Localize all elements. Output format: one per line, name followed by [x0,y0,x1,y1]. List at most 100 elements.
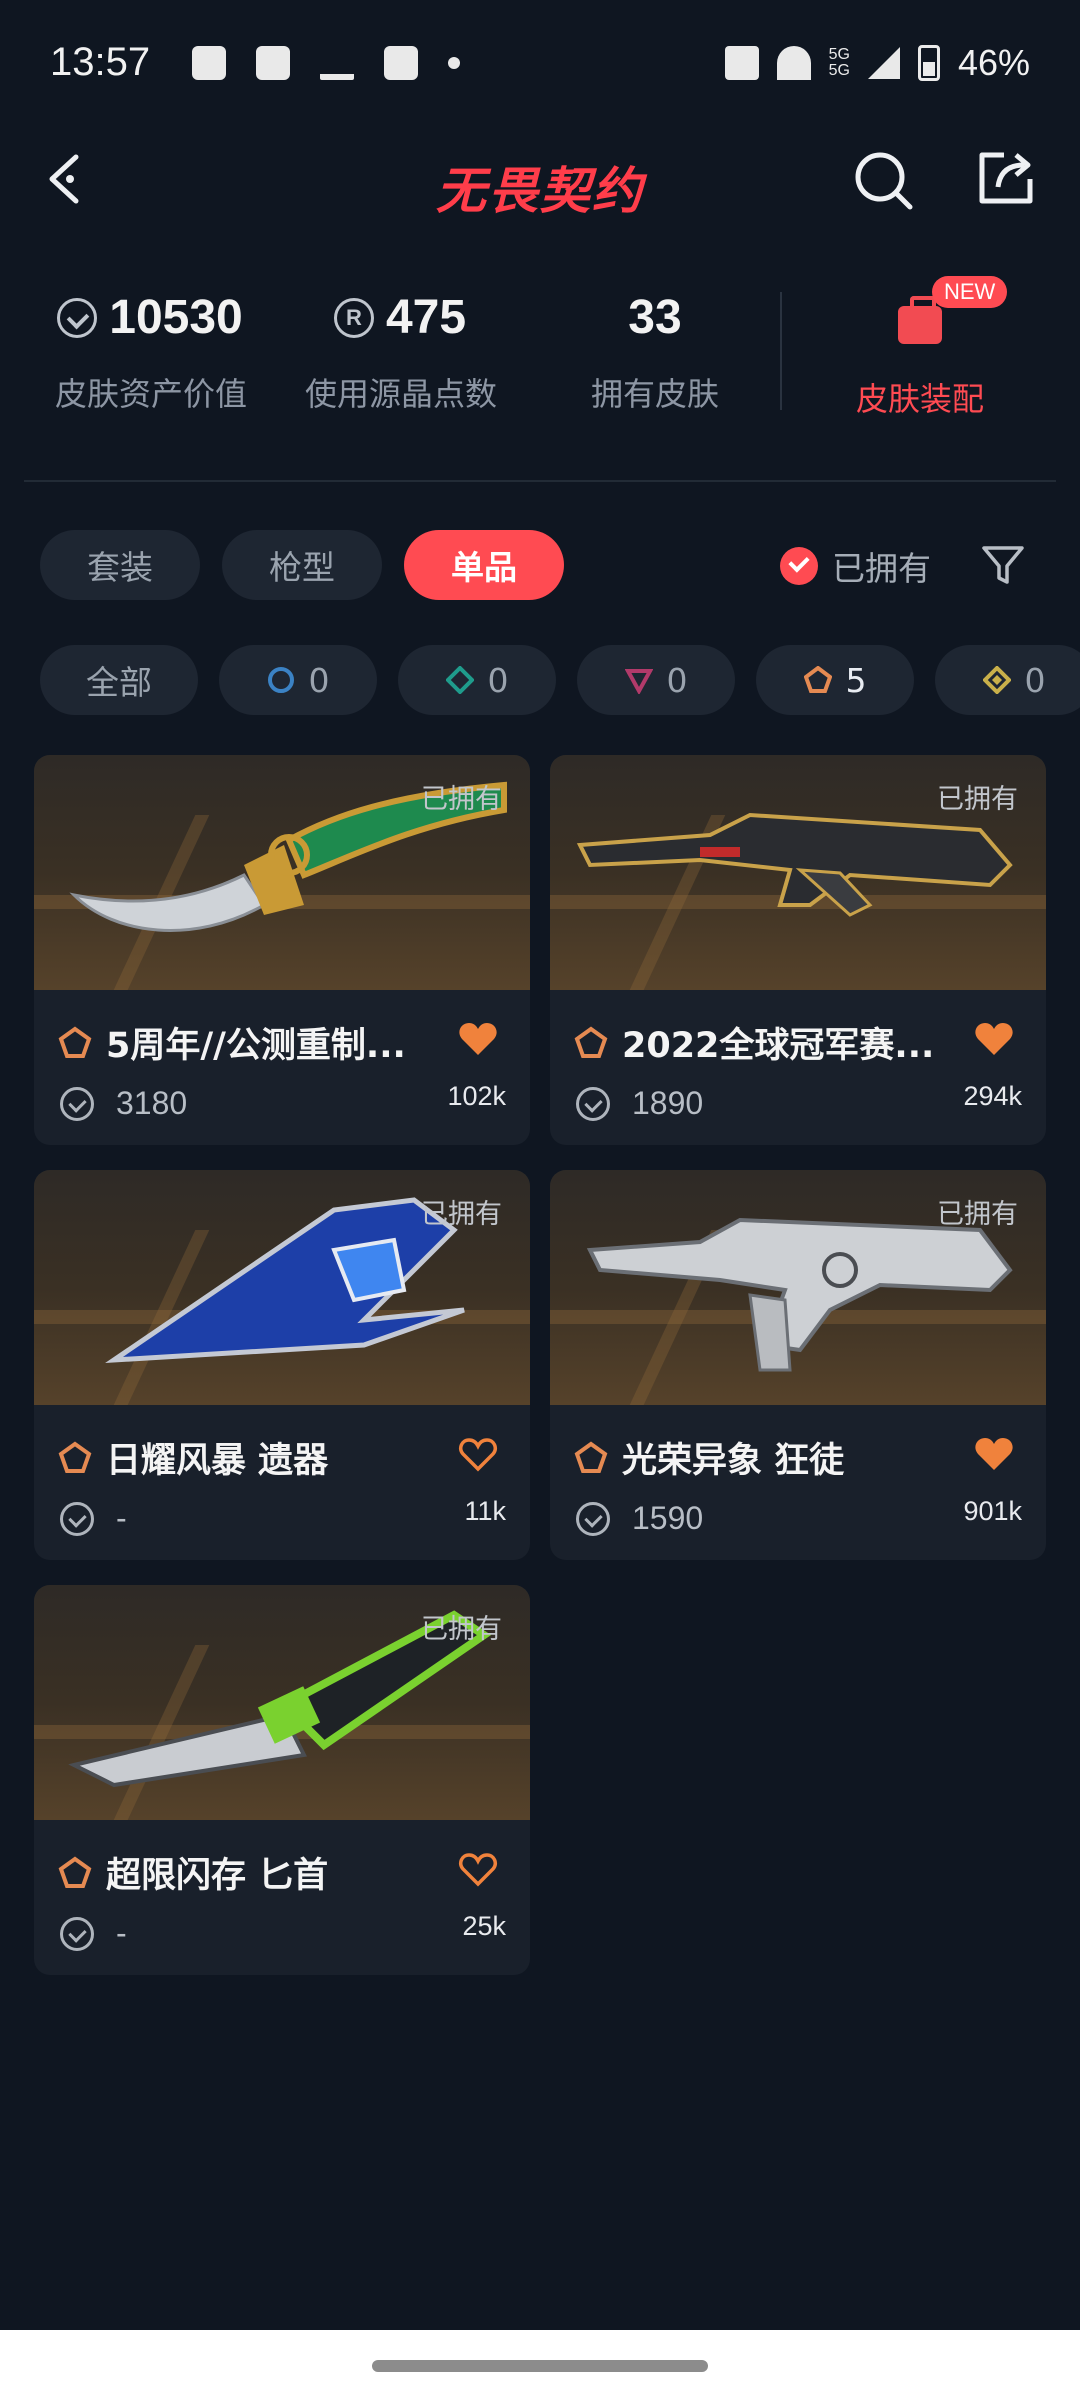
heart-filled-icon[interactable] [974,1021,1014,1057]
app-header: 无畏契约 [0,125,1080,240]
share-icon[interactable] [976,147,1036,207]
tier-chip-deluxe[interactable]: 0 [398,645,556,715]
premium-tier-icon [624,669,653,694]
skin-price: - [116,1500,127,1536]
skin-image: 已拥有 [550,755,1046,990]
tier-select-count: 0 [308,660,330,700]
loadout-label: 皮肤装配 [855,380,984,418]
app-title: 无畏契约 [436,162,644,220]
message-icon [192,45,227,80]
skin-image: 已拥有 [34,1585,530,1820]
tier-chip-select[interactable]: 0 [219,645,377,715]
exclusive-tier-badge-icon [58,1026,92,1058]
owned-filter-label: 已拥有 [832,549,931,588]
skin-price: 3180 [116,1085,188,1121]
heart-filled-icon[interactable] [458,1021,498,1057]
tab-weapon-types[interactable]: 枪型 [222,530,382,600]
alert-icon [256,45,291,80]
filter-icon[interactable] [980,542,1026,588]
asset-value-label: 皮肤资产价值 [55,375,248,413]
tier-premium-count: 0 [666,660,688,700]
valorant-points-icon [57,297,98,338]
status-time: 13:57 [50,40,151,84]
notification-icons [192,45,461,80]
skin-name: 光荣异象 狂徒 [622,1441,845,1481]
exclusive-tier-badge-icon [574,1026,608,1058]
category-tabs: 套装 枪型 单品 已拥有 [0,530,1080,602]
check-icon [780,547,818,585]
skin-card[interactable]: 已拥有 5周年//公测重制... 3180 102k [34,755,530,1145]
like-count: 901k [963,1496,1022,1526]
stats-divider [780,292,782,410]
skin-image: 已拥有 [34,1170,530,1405]
more-dot-icon [448,56,461,69]
owned-tag: 已拥有 [421,1614,502,1645]
app-icon [320,46,355,80]
owned-tag: 已拥有 [421,784,502,815]
like-count: 25k [462,1911,506,1941]
heart-outline-icon[interactable] [458,1436,498,1472]
skins-owned-stat: 33 拥有皮肤 [560,290,750,415]
tier-all-label: 全部 [86,663,152,702]
skin-loadout-button[interactable]: NEW 皮肤装配 [840,270,1008,420]
radianite-points-icon: R [333,297,374,338]
system-nav-bar [0,2330,1080,2400]
skin-card[interactable]: 已拥有 2022全球冠军赛... 1890 294k [550,755,1046,1145]
network-label-1: 5G [828,45,850,63]
network-label-2: 5G [828,61,850,79]
radianite-stat: R 475 使用源晶点数 [305,290,498,415]
new-badge: NEW [932,276,1008,308]
valorant-points-icon [576,1086,610,1121]
skins-owned-label: 拥有皮肤 [590,375,719,413]
tier-filter-row: 全部 0 0 0 5 0 [0,645,1080,717]
signal-icon [867,46,900,79]
battery-level: 46% [957,41,1030,83]
heart-filled-icon[interactable] [974,1436,1014,1472]
owned-tag: 已拥有 [937,784,1018,815]
tier-chip-all[interactable]: 全部 [40,645,198,715]
asset-value-stat: 10530 皮肤资产价值 [55,290,248,415]
exclusive-tier-badge-icon [58,1856,92,1888]
skins-owned-count: 33 [628,291,682,344]
exclusive-tier-badge-icon [574,1441,608,1473]
like-count: 11k [464,1496,506,1526]
skin-price: 1590 [632,1500,704,1536]
exclusive-tier-icon [803,666,832,693]
skin-name: 2022全球冠军赛... [622,1026,935,1066]
select-tier-icon [267,667,294,693]
deluxe-tier-icon [445,666,474,694]
wifi-icon [776,45,811,80]
stats-panel: 10530 皮肤资产价值 R 475 使用源晶点数 33 拥有皮肤 NEW 皮肤… [0,270,1080,440]
search-icon[interactable] [850,147,916,213]
skin-card[interactable]: 已拥有 超限闪存 匕首 - 25k [34,1585,530,1975]
battery-icon [917,44,940,81]
owned-tag: 已拥有 [937,1199,1018,1230]
skin-name: 日耀风暴 遗器 [106,1441,329,1481]
like-count: 102k [447,1081,506,1111]
valorant-points-icon [60,1086,94,1121]
tier-chip-ultra[interactable]: 0 [935,645,1080,715]
section-divider [24,480,1056,482]
heart-outline-icon[interactable] [458,1851,498,1887]
skin-name: 超限闪存 匕首 [106,1856,329,1896]
skin-card[interactable]: 已拥有 光荣异象 狂徒 1590 901k [550,1170,1046,1560]
ultra-tier-icon [982,666,1011,694]
loadout-icon [898,296,942,344]
valorant-points-icon [60,1501,94,1536]
owned-filter-toggle[interactable]: 已拥有 [780,542,931,590]
tab-single-items[interactable]: 单品 [404,530,564,600]
asset-value: 10530 [109,291,243,344]
network-indicator: 5G 5G [828,45,850,79]
mail-icon [384,45,419,80]
owned-tag: 已拥有 [421,1199,502,1230]
tab-bundles[interactable]: 套装 [40,530,200,600]
skin-card[interactable]: 已拥有 日耀风暴 遗器 - 11k [34,1170,530,1560]
radianite-label: 使用源晶点数 [305,375,498,413]
tier-chip-premium[interactable]: 0 [577,645,735,715]
tier-exclusive-count: 5 [845,660,867,700]
valorant-points-icon [60,1916,94,1951]
tier-chip-exclusive[interactable]: 5 [756,645,914,715]
home-gesture-handle[interactable] [372,2360,708,2372]
radianite-points: 475 [385,291,467,344]
skin-price: 1890 [632,1085,704,1121]
